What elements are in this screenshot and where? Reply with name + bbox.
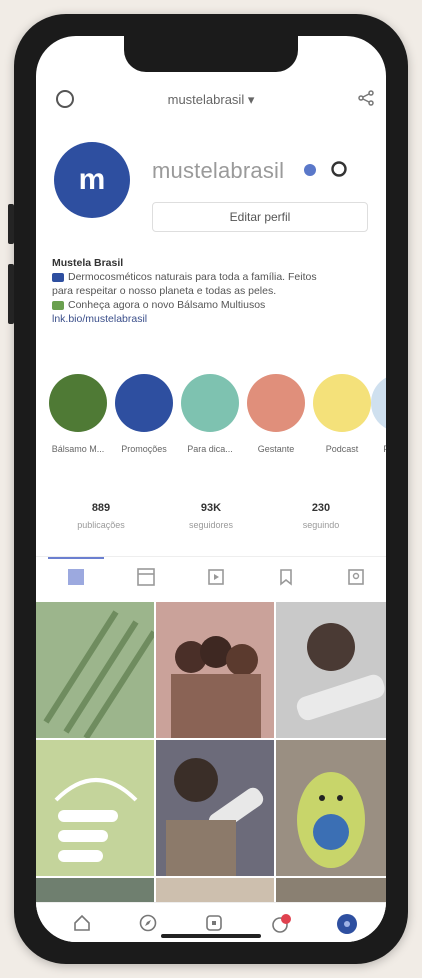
leaf-icon (52, 300, 64, 310)
heart-icon (52, 272, 64, 282)
volume-up-button (8, 204, 14, 244)
stat-number: 230 (311, 502, 331, 514)
tab-grid[interactable] (46, 567, 106, 599)
profile-stats: 889 publicações 93K seguidores 230 segui… (36, 502, 386, 542)
edit-profile-button[interactable]: Editar perfil (152, 202, 368, 232)
reels-icon (137, 568, 155, 586)
grid-icon (68, 569, 84, 585)
highlight-dicas[interactable]: Para dica... (176, 374, 244, 454)
bio-line-2: para respeitar o nosso planeta e todas a… (52, 285, 277, 297)
chevron-down-icon: ▾ (247, 92, 255, 107)
stat-label: seguindo (302, 520, 340, 530)
bookmark-icon (280, 569, 292, 586)
highlight-dicas-cover (181, 374, 239, 432)
highlight-gestante-cover (247, 374, 305, 432)
post-thumbnail[interactable] (156, 740, 274, 876)
tab-reels[interactable] (116, 567, 176, 599)
highlight-partial-cover (371, 374, 386, 432)
profile-icon[interactable] (336, 913, 358, 940)
stat-number: 93K (200, 502, 222, 514)
header-username: mustelabrasil (167, 92, 245, 107)
profile-username: mustelabrasil (152, 158, 285, 183)
post-thumbnail[interactable] (36, 602, 154, 738)
story-highlights: Bálsamo M... Promoções Para dica... Gest… (36, 374, 386, 466)
notifications-icon[interactable] (270, 913, 292, 940)
post-thumbnail[interactable] (156, 602, 274, 738)
highlight-gestante[interactable]: Gestante (242, 374, 310, 454)
verified-badge-icon (304, 164, 316, 176)
tab-video[interactable] (186, 567, 246, 599)
post-grid (36, 602, 386, 912)
video-icon (208, 569, 224, 585)
bio-link[interactable]: lnk.bio/mustelabrasil (52, 312, 378, 326)
stat-following[interactable]: 230 seguindo (266, 502, 376, 530)
highlight-label: Para c... (366, 444, 386, 454)
active-tab-indicator (48, 557, 104, 559)
avatar[interactable]: m (54, 142, 130, 218)
highlight-balsamo[interactable]: Bálsamo M... (44, 374, 112, 454)
stat-number: 889 (91, 502, 111, 514)
phone-frame: mustelabrasil ▾ m mustelabrasil Editar p… (8, 14, 408, 964)
profile-tabs (36, 556, 386, 603)
settings-icon[interactable] (330, 160, 348, 183)
profile-bio: Mustela Brasil Dermocosméticos naturais … (52, 256, 378, 326)
home-icon[interactable] (72, 913, 92, 938)
bio-line-1: Dermocosméticos naturais para toda a fam… (52, 270, 378, 284)
tab-saved[interactable] (256, 567, 316, 599)
highlight-promocoes[interactable]: Promoções (110, 374, 178, 454)
highlight-label: Bálsamo M... (51, 444, 105, 454)
home-indicator (161, 934, 261, 938)
post-thumbnail[interactable] (36, 740, 154, 876)
volume-down-button (8, 264, 14, 324)
share-icon[interactable] (356, 88, 376, 113)
account-switcher[interactable]: mustelabrasil ▾ (36, 92, 386, 108)
highlight-label: Para dica... (187, 444, 233, 454)
explore-icon[interactable] (138, 913, 158, 938)
tab-tagged[interactable] (326, 567, 386, 599)
highlight-podcast-cover (313, 374, 371, 432)
highlight-label: Promoções (121, 444, 167, 454)
phone-notch (124, 36, 298, 72)
highlight-balsamo-cover (49, 374, 107, 432)
post-thumbnail[interactable] (276, 740, 386, 876)
post-thumbnail[interactable] (276, 602, 386, 738)
bio-name: Mustela Brasil (52, 257, 124, 269)
stat-posts[interactable]: 889 publicações (46, 502, 156, 530)
highlight-label: Gestante (257, 444, 295, 454)
bio-line-3: Conheça agora o novo Bálsamo Multiusos (52, 298, 378, 312)
tagged-icon (348, 569, 364, 585)
highlight-partial[interactable]: Para c... (366, 374, 386, 454)
top-bar: mustelabrasil ▾ (36, 80, 386, 120)
app-screen: mustelabrasil ▾ m mustelabrasil Editar p… (36, 36, 386, 942)
stat-label: publicações (77, 520, 125, 530)
stat-followers[interactable]: 93K seguidores (156, 502, 266, 530)
highlight-promocoes-cover (115, 374, 173, 432)
avatar-letter: m (78, 163, 106, 196)
stat-label: seguidores (188, 520, 234, 530)
